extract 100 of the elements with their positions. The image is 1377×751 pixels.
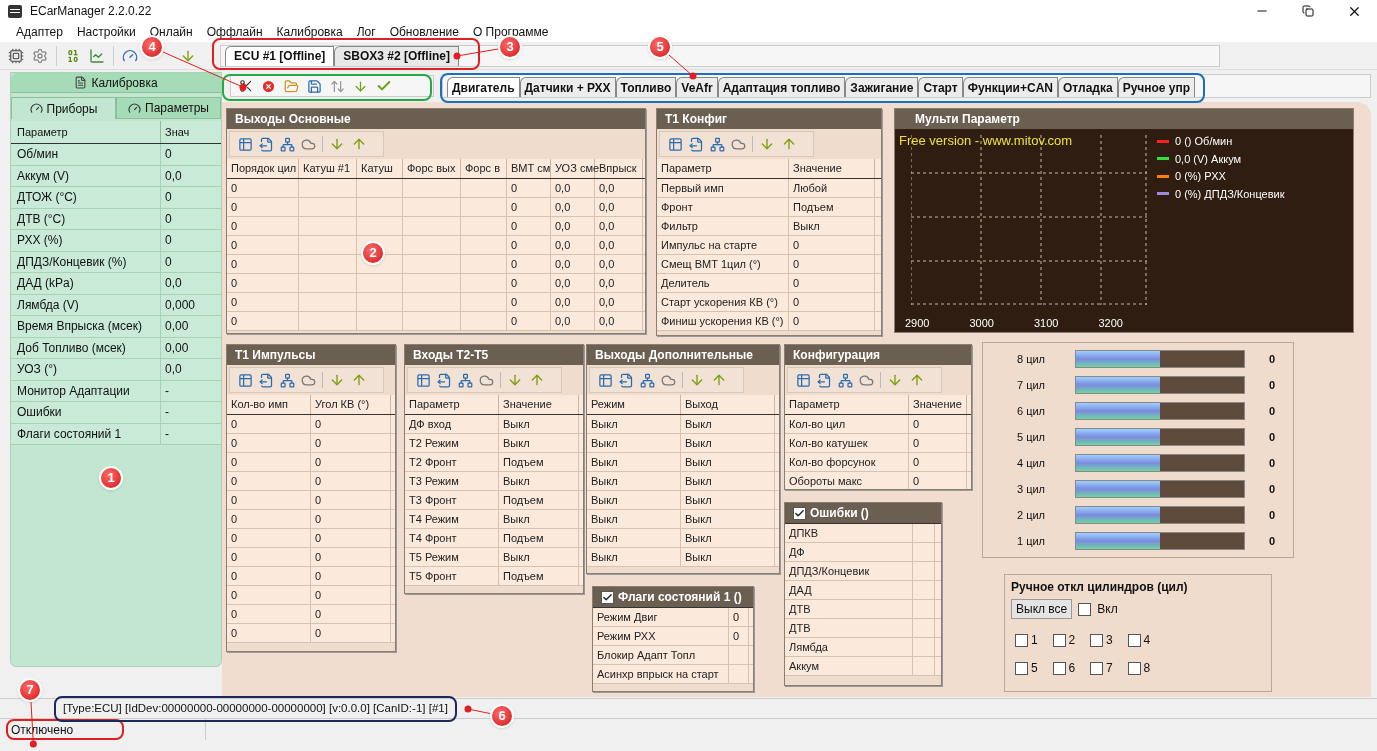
table-cell: 0 [913, 437, 920, 449]
section-tab[interactable]: Зажигание [845, 77, 919, 97]
column-header[interactable]: ВМТ см [507, 159, 551, 178]
export-icon[interactable] [259, 136, 274, 152]
chart-icon[interactable] [89, 47, 105, 64]
parameter-value: 0,00 [165, 319, 189, 333]
column-header[interactable]: Катуш #1 [299, 159, 357, 178]
checkbox[interactable] [1052, 661, 1066, 675]
table-icon[interactable] [598, 372, 613, 388]
column-header[interactable]: Форс вых [403, 159, 461, 178]
section-tab[interactable]: Топливо [615, 77, 677, 97]
checkbox[interactable] [1052, 633, 1066, 647]
cloud-icon[interactable] [731, 136, 746, 152]
device-tab[interactable]: SBOX3 #2 [Offline] [334, 45, 460, 66]
menu-item[interactable]: Адаптер [16, 23, 63, 41]
column-header[interactable]: Режим [587, 395, 681, 414]
chip-icon[interactable] [8, 47, 24, 64]
panel-tab[interactable]: Параметры [116, 97, 221, 119]
arrow-down-icon[interactable] [329, 372, 345, 388]
arrow-down-icon[interactable] [689, 372, 705, 388]
export-icon[interactable] [259, 372, 274, 388]
column-header[interactable]: Катуш [357, 159, 403, 178]
arrow-up-icon[interactable] [909, 372, 925, 388]
menu-item[interactable]: Калибровка [276, 23, 343, 41]
column-header[interactable]: Форс в [461, 159, 507, 178]
link-icon[interactable] [458, 372, 473, 388]
checkbox[interactable] [1015, 633, 1028, 647]
column-header[interactable]: Параметр [785, 395, 909, 414]
panel-tab[interactable]: Приборы [11, 97, 116, 119]
panel-title: Конфигурация [793, 347, 881, 364]
checkbox[interactable] [1090, 661, 1103, 675]
settings-icon[interactable] [32, 47, 48, 64]
section-tab[interactable]: Адаптация топливо [717, 77, 846, 97]
link-icon[interactable] [280, 136, 295, 152]
device-tab[interactable]: ECU #1 [Offline] [225, 45, 335, 66]
column-header[interactable]: Параметр [11, 121, 161, 143]
export-icon[interactable] [437, 372, 452, 388]
table-icon[interactable] [668, 136, 683, 152]
section-tab[interactable]: Датчики + РХХ [519, 77, 616, 97]
cloud-icon[interactable] [661, 372, 676, 388]
column-header[interactable]: Выход [681, 395, 775, 414]
link-icon[interactable] [280, 372, 295, 388]
column-header[interactable]: Значение [789, 159, 875, 178]
table-icon[interactable] [238, 372, 253, 388]
column-header[interactable]: Кол-во имп [227, 395, 311, 414]
section-tab[interactable]: Ручное упр [1117, 77, 1196, 97]
save-icon[interactable] [307, 78, 322, 94]
checkbox[interactable] [1078, 602, 1092, 616]
calibration-button[interactable]: Калибровка [11, 73, 221, 93]
parameter-value: 0,000 [165, 297, 196, 312]
column-header[interactable]: Порядок цил [227, 159, 299, 178]
section-tab[interactable]: Старт [918, 77, 963, 97]
section-tab[interactable]: Функции+CAN [962, 77, 1058, 97]
panel-checkbox[interactable] [601, 590, 614, 604]
binary-icon[interactable] [65, 47, 81, 64]
export-icon[interactable] [689, 136, 704, 152]
section-tab[interactable]: Двигатель [447, 77, 520, 97]
table-cell: 0 [231, 589, 238, 601]
folder-icon[interactable] [284, 78, 299, 94]
panel-title: Флаги состояний 1 () [618, 589, 742, 606]
arrow-up-icon[interactable] [711, 372, 727, 388]
table-icon[interactable] [416, 372, 431, 388]
export-icon[interactable] [817, 372, 832, 388]
cloud-icon[interactable] [301, 136, 316, 152]
arrow-up-icon[interactable] [529, 372, 545, 388]
table-icon[interactable] [796, 372, 811, 388]
transfer-icon[interactable] [330, 78, 345, 94]
checkbox[interactable] [1127, 661, 1141, 675]
column-header[interactable]: Угол КВ (°) [311, 395, 391, 414]
cloud-icon[interactable] [301, 372, 316, 388]
cancel-icon[interactable] [261, 78, 276, 94]
checkbox[interactable] [1090, 633, 1103, 647]
cloud-icon[interactable] [859, 372, 874, 388]
link-icon[interactable] [640, 372, 655, 388]
section-tab[interactable]: Отладка [1058, 77, 1118, 97]
disable-all-button[interactable]: Выкл все [1011, 599, 1073, 619]
section-tab[interactable]: VeAfr [676, 77, 718, 97]
menu-item[interactable]: Настройки [76, 23, 136, 41]
menu-item[interactable]: Обновление [389, 23, 459, 41]
cloud-icon[interactable] [479, 372, 494, 388]
arrow-down-icon[interactable] [887, 372, 903, 388]
arrow-down-icon[interactable] [353, 78, 368, 94]
column-header[interactable]: Значение [909, 395, 967, 414]
menu-item[interactable]: Оффлайн [206, 23, 263, 41]
menu-item[interactable]: Лог [356, 23, 376, 41]
table-icon[interactable] [238, 136, 253, 152]
gauge-icon[interactable] [122, 47, 138, 64]
column-header[interactable]: Значение [499, 395, 579, 414]
arrow-up-icon[interactable] [781, 136, 797, 152]
column-header[interactable]: Знач [161, 121, 221, 143]
link-icon[interactable] [838, 372, 853, 388]
checkbox[interactable] [1015, 661, 1028, 675]
export-icon[interactable] [619, 372, 634, 388]
column-header[interactable]: Параметр [657, 159, 789, 178]
link-icon[interactable] [710, 136, 725, 152]
checkbox[interactable] [1127, 633, 1141, 647]
column-header[interactable]: Параметр [405, 395, 499, 414]
panel-checkbox[interactable] [793, 506, 806, 520]
arrow-down-icon[interactable] [759, 136, 775, 152]
arrow-down-icon[interactable] [507, 372, 523, 388]
